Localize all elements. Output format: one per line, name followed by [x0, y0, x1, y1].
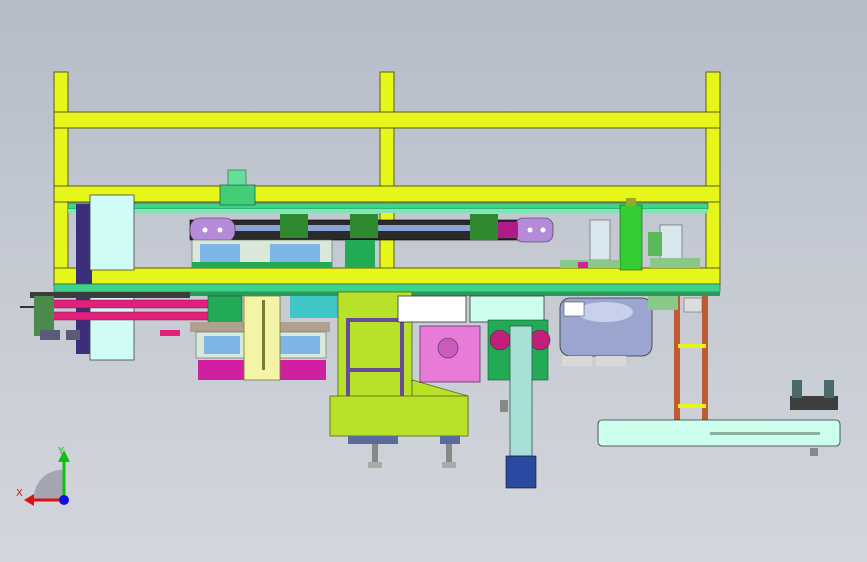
lower-gripper-left	[190, 295, 340, 381]
carriage-3	[470, 214, 498, 240]
bolt	[527, 227, 533, 233]
carriage-1	[280, 214, 308, 238]
actuator-end-right	[514, 217, 554, 243]
roller-drum	[559, 297, 653, 366]
upper-rail-light	[68, 209, 708, 213]
motor-cap	[227, 169, 247, 186]
upper-rail-green	[67, 202, 709, 210]
bolt	[202, 227, 208, 233]
vertical-slide	[487, 319, 551, 489]
bolt	[540, 227, 546, 233]
actuator-end-left	[189, 217, 236, 243]
bottom-right-cylinder	[597, 380, 841, 456]
leveling-feet	[348, 436, 460, 468]
frame-post-left	[53, 71, 69, 287]
cad-viewport[interactable]: Y X	[0, 0, 867, 562]
machine-assembly-drawing: Y X	[16, 71, 841, 506]
bolt	[217, 227, 223, 233]
upper-gripper-left	[191, 239, 375, 269]
frame-rail-mid	[53, 185, 721, 203]
frame-post-middle	[379, 71, 395, 287]
frame-rail-bottom	[53, 267, 721, 285]
triad-x-label: X	[16, 488, 23, 499]
carriage-2	[350, 214, 378, 238]
frame-rail-top	[53, 111, 721, 129]
carriage-magenta	[498, 222, 518, 238]
triad-y-label: Y	[57, 446, 65, 457]
coordinate-triad: Y X	[16, 446, 70, 506]
frame-post-right	[705, 71, 721, 287]
motor-housing	[219, 184, 256, 206]
